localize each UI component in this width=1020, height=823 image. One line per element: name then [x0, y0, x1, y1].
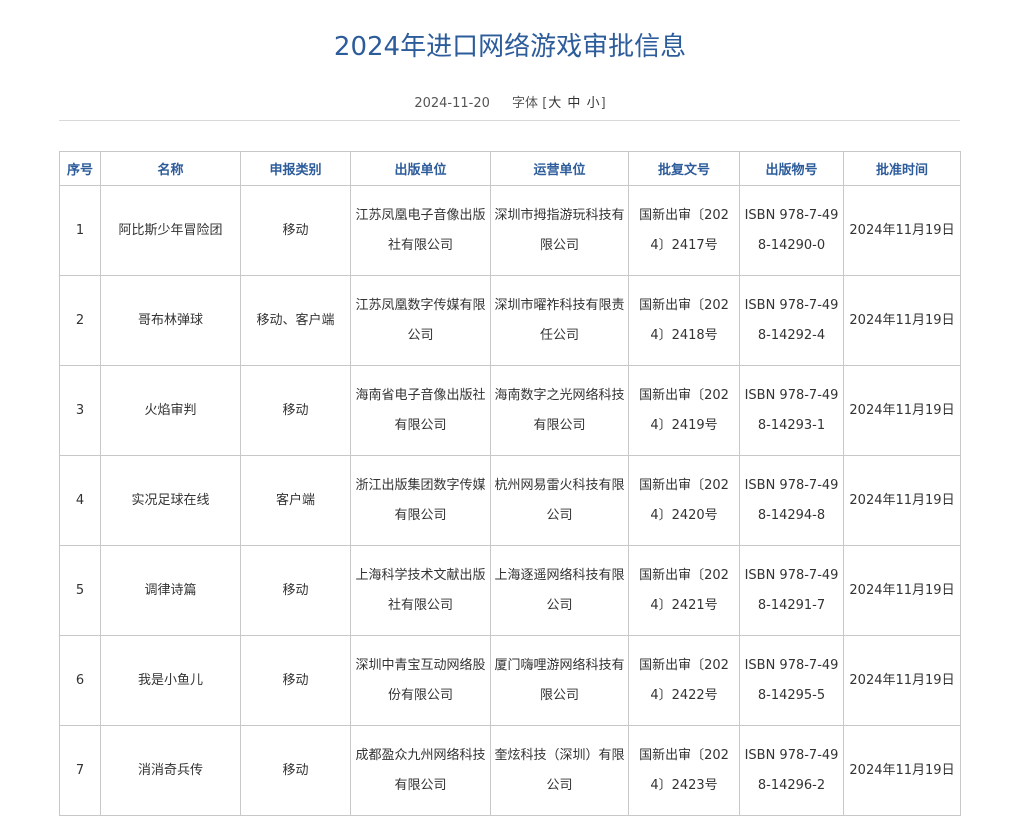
header-approval-date: 批准时间: [843, 151, 961, 186]
cell-category: 移动: [240, 725, 351, 816]
font-large-link[interactable]: 大: [548, 96, 561, 111]
article-meta: 2024-11-20 字体 [大 中 小]: [0, 94, 1020, 114]
cell-isbn: ISBN 978-7-498-14296-2: [739, 725, 844, 816]
cell-isbn: ISBN 978-7-498-14295-5: [739, 635, 844, 726]
cell-approval-number: 国新出审〔2024〕2419号: [628, 365, 740, 456]
cell-index: 1: [59, 185, 101, 276]
cell-index: 3: [59, 365, 101, 456]
cell-approval-date: 2024年11月19日: [843, 275, 961, 366]
cell-publisher: 江苏凤凰电子音像出版社有限公司: [350, 185, 491, 276]
cell-approval-date: 2024年11月19日: [843, 635, 961, 726]
cell-approval-date: 2024年11月19日: [843, 725, 961, 816]
cell-game-name: 实况足球在线: [100, 455, 241, 546]
cell-approval-date: 2024年11月19日: [843, 545, 961, 636]
cell-operator: 深圳市拇指游玩科技有限公司: [490, 185, 629, 276]
cell-category: 移动: [240, 635, 351, 726]
cell-game-name: 调律诗篇: [100, 545, 241, 636]
font-small-link[interactable]: 小: [587, 96, 600, 111]
page-title: 2024年进口网络游戏审批信息: [333, 32, 687, 62]
cell-index: 6: [59, 635, 101, 726]
header-operator: 运营单位: [490, 151, 629, 186]
cell-approval-date: 2024年11月19日: [843, 455, 961, 546]
cell-publisher: 深圳中青宝互动网络股份有限公司: [350, 635, 491, 726]
font-medium-link[interactable]: 中: [567, 96, 580, 111]
cell-isbn: ISBN 978-7-498-14292-4: [739, 275, 844, 366]
table-row: 1 阿比斯少年冒险团 移动 江苏凤凰电子音像出版社有限公司 深圳市拇指游玩科技有…: [59, 185, 961, 276]
cell-operator: 深圳市曜祚科技有限责任公司: [490, 275, 629, 366]
cell-isbn: ISBN 978-7-498-14291-7: [739, 545, 844, 636]
approval-table: 序号 名称 申报类别 出版单位 运营单位 批复文号 出版物号 批准时间 1 阿比…: [59, 151, 961, 816]
cell-approval-date: 2024年11月19日: [843, 365, 961, 456]
table-row: 4 实况足球在线 客户端 浙江出版集团数字传媒有限公司 杭州网易雷火科技有限公司…: [59, 455, 961, 546]
cell-operator: 厦门嗨哩游网络科技有限公司: [490, 635, 629, 726]
cell-approval-number: 国新出审〔2024〕2423号: [628, 725, 740, 816]
cell-approval-number: 国新出审〔2024〕2421号: [628, 545, 740, 636]
cell-index: 2: [59, 275, 101, 366]
cell-category: 移动: [240, 545, 351, 636]
table-row: 3 火焰审判 移动 海南省电子音像出版社有限公司 海南数字之光网络科技有限公司 …: [59, 365, 961, 456]
header-index: 序号: [59, 151, 101, 186]
title-divider: [59, 120, 960, 121]
cell-index: 7: [59, 725, 101, 816]
cell-index: 5: [59, 545, 101, 636]
header-category: 申报类别: [240, 151, 351, 186]
cell-operator: 杭州网易雷火科技有限公司: [490, 455, 629, 546]
header-name: 名称: [100, 151, 241, 186]
cell-approval-date: 2024年11月19日: [843, 185, 961, 276]
font-bracket-open: [: [542, 96, 548, 111]
header-publisher: 出版单位: [350, 151, 491, 186]
cell-category: 移动: [240, 185, 351, 276]
header-approval-number: 批复文号: [628, 151, 740, 186]
publish-date: 2024-11-20: [414, 96, 490, 111]
cell-game-name: 哥布林弹球: [100, 275, 241, 366]
cell-approval-number: 国新出审〔2024〕2420号: [628, 455, 740, 546]
cell-operator: 海南数字之光网络科技有限公司: [490, 365, 629, 456]
cell-game-name: 消消奇兵传: [100, 725, 241, 816]
cell-approval-number: 国新出审〔2024〕2418号: [628, 275, 740, 366]
cell-isbn: ISBN 978-7-498-14290-0: [739, 185, 844, 276]
cell-operator: 上海逐遥网络科技有限公司: [490, 545, 629, 636]
cell-game-name: 火焰审判: [100, 365, 241, 456]
table-row: 7 消消奇兵传 移动 成都盈众九州网络科技有限公司 奎炫科技（深圳）有限公司 国…: [59, 725, 961, 816]
font-size-label: 字体: [512, 96, 539, 111]
font-size-controls: 字体 [大 中 小]: [512, 96, 606, 111]
cell-isbn: ISBN 978-7-498-14294-8: [739, 455, 844, 546]
cell-publisher: 江苏凤凰数字传媒有限公司: [350, 275, 491, 366]
table-header-row: 序号 名称 申报类别 出版单位 运营单位 批复文号 出版物号 批准时间: [59, 151, 961, 186]
table-row: 6 我是小鱼儿 移动 深圳中青宝互动网络股份有限公司 厦门嗨哩游网络科技有限公司…: [59, 635, 961, 726]
cell-isbn: ISBN 978-7-498-14293-1: [739, 365, 844, 456]
font-bracket-close: ]: [600, 96, 606, 111]
cell-category: 客户端: [240, 455, 351, 546]
cell-publisher: 浙江出版集团数字传媒有限公司: [350, 455, 491, 546]
cell-index: 4: [59, 455, 101, 546]
cell-category: 移动: [240, 365, 351, 456]
cell-category: 移动、客户端: [240, 275, 351, 366]
table-row: 2 哥布林弹球 移动、客户端 江苏凤凰数字传媒有限公司 深圳市曜祚科技有限责任公…: [59, 275, 961, 366]
cell-operator: 奎炫科技（深圳）有限公司: [490, 725, 629, 816]
cell-game-name: 我是小鱼儿: [100, 635, 241, 726]
cell-approval-number: 国新出审〔2024〕2417号: [628, 185, 740, 276]
cell-approval-number: 国新出审〔2024〕2422号: [628, 635, 740, 726]
cell-publisher: 上海科学技术文献出版社有限公司: [350, 545, 491, 636]
table-row: 5 调律诗篇 移动 上海科学技术文献出版社有限公司 上海逐遥网络科技有限公司 国…: [59, 545, 961, 636]
header-isbn: 出版物号: [739, 151, 844, 186]
cell-publisher: 成都盈众九州网络科技有限公司: [350, 725, 491, 816]
cell-game-name: 阿比斯少年冒险团: [100, 185, 241, 276]
cell-publisher: 海南省电子音像出版社有限公司: [350, 365, 491, 456]
